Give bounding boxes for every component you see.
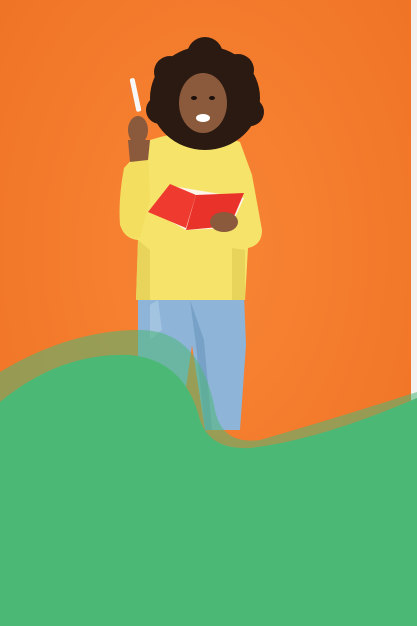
face bbox=[179, 73, 227, 133]
hero-graphic bbox=[0, 0, 417, 626]
left-hand bbox=[210, 212, 238, 232]
right-edge-strip bbox=[411, 0, 417, 626]
hero-photo bbox=[0, 0, 411, 626]
person-with-notebook-illustration bbox=[0, 0, 411, 626]
